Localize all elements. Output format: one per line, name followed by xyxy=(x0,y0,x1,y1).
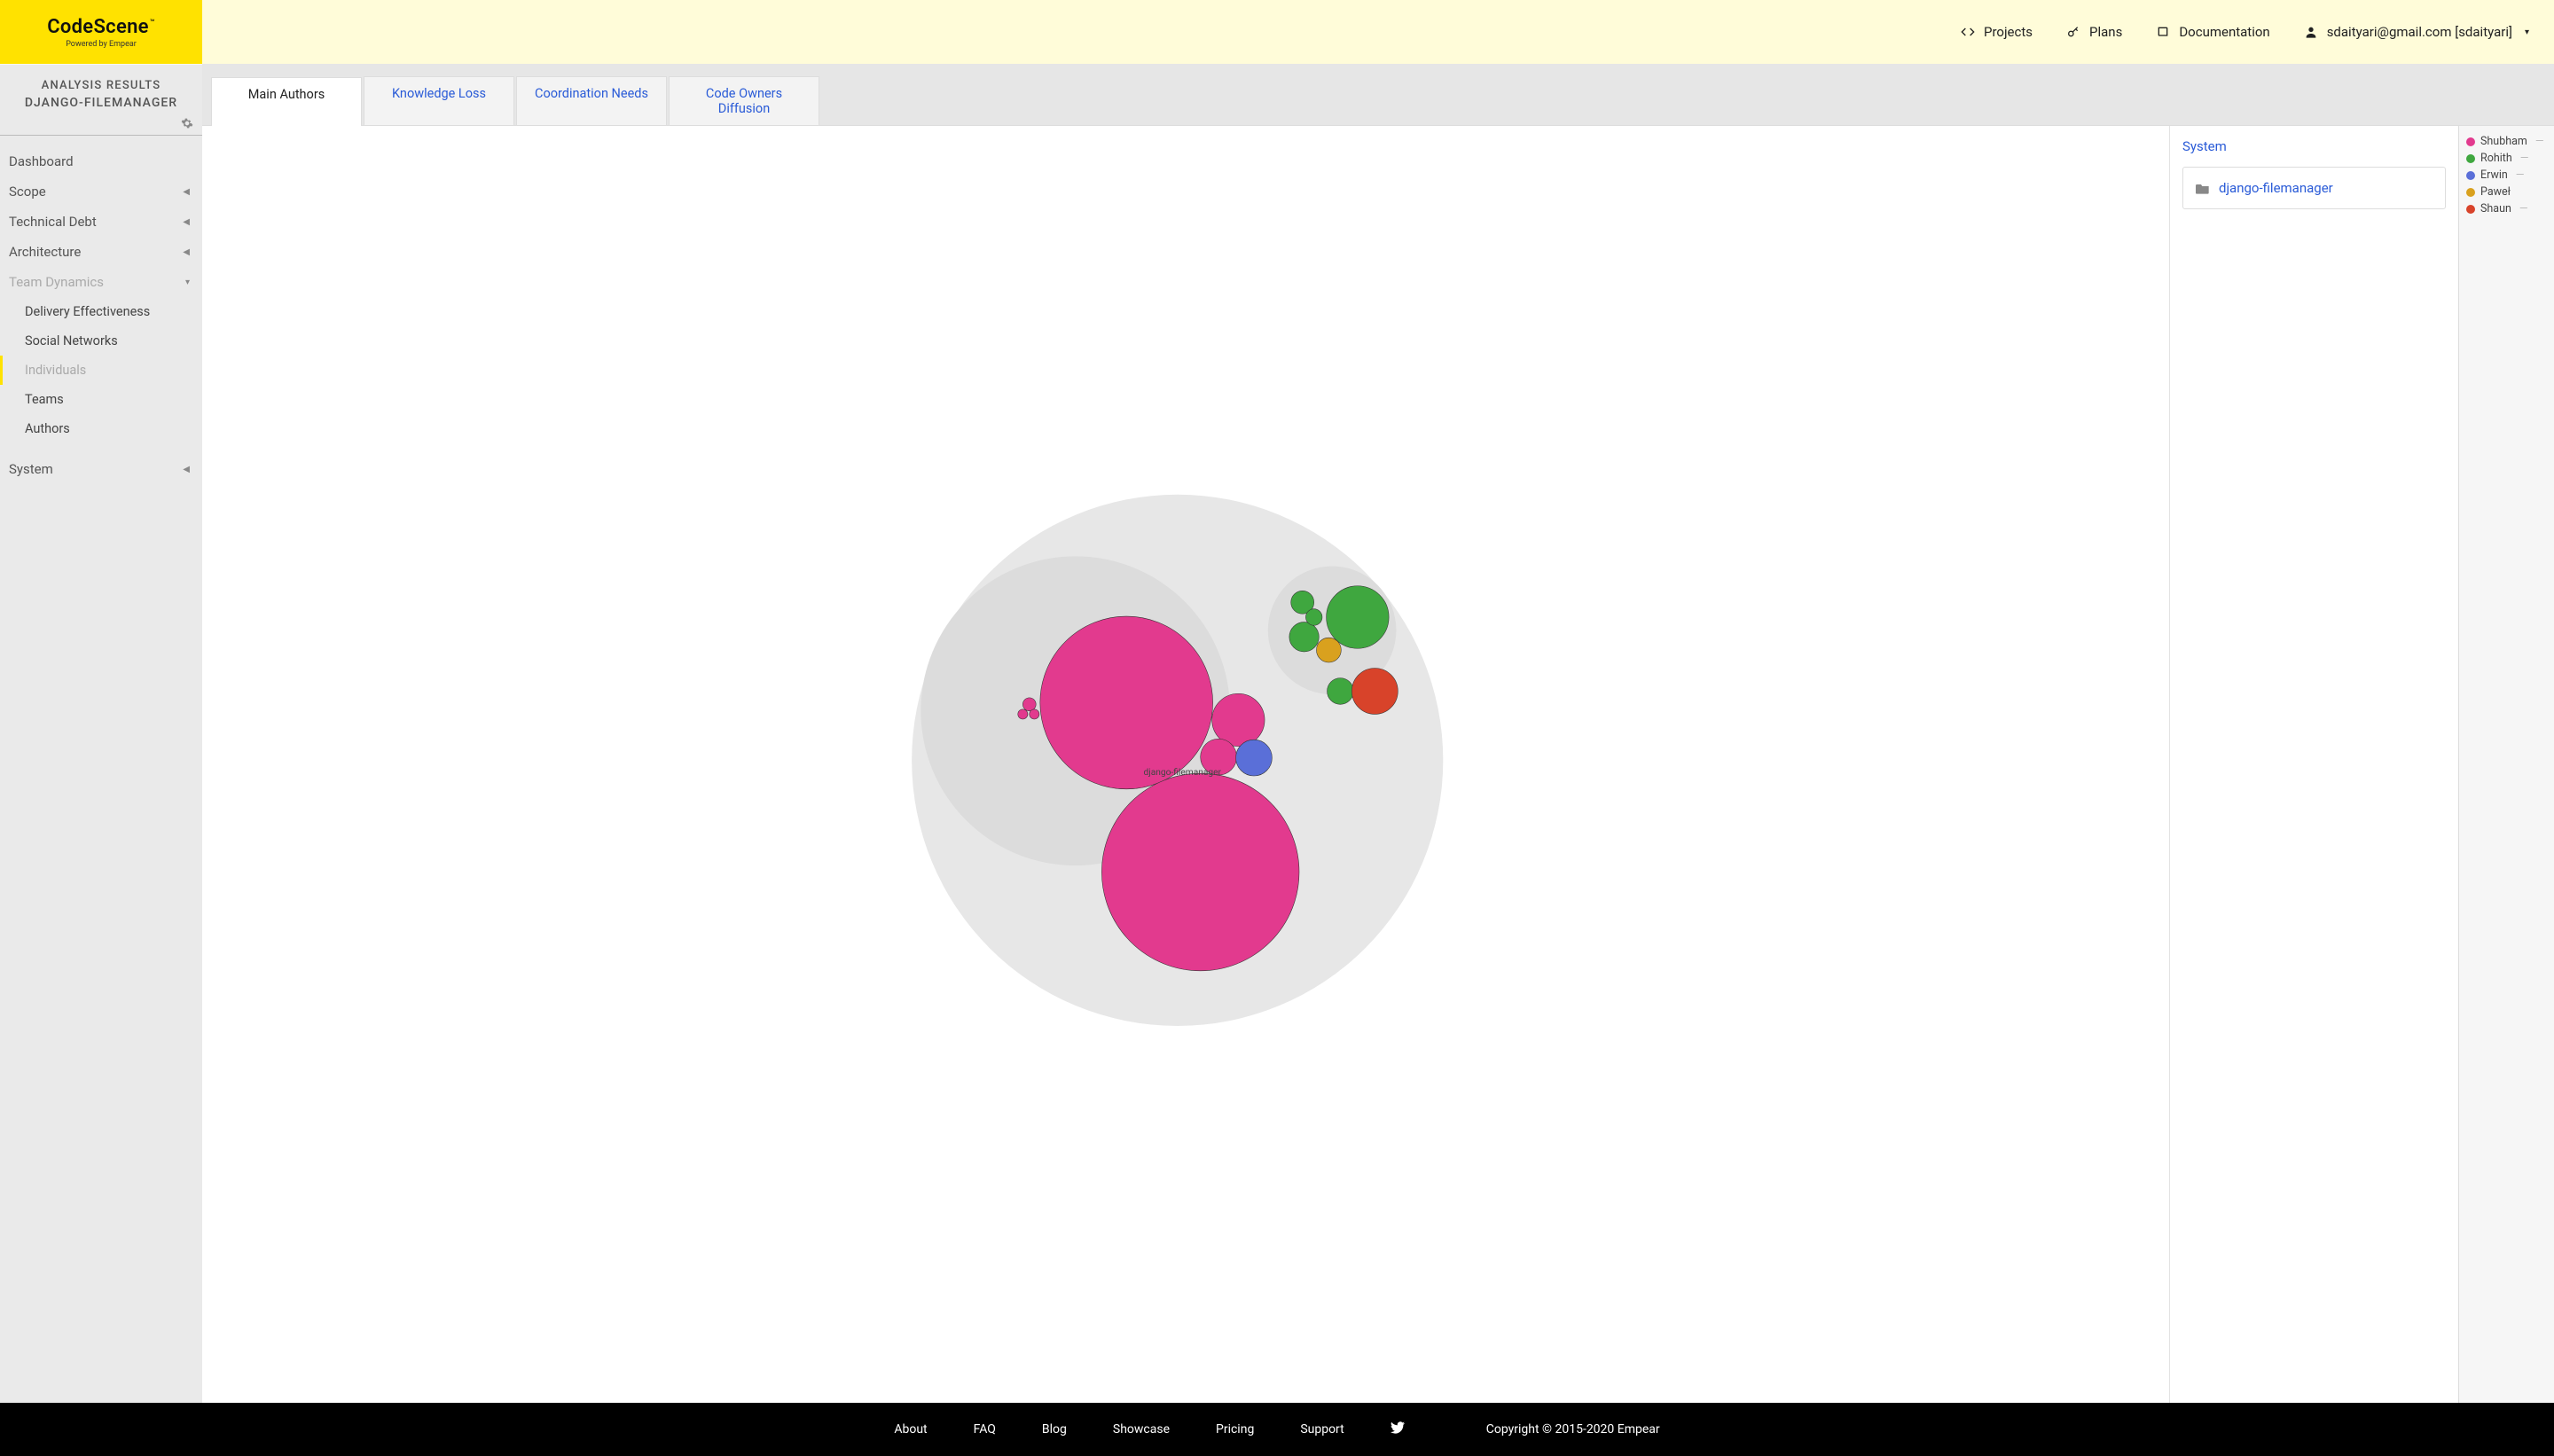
breadcrumb-system[interactable]: System xyxy=(2182,138,2446,154)
sidebar-menu-bottom: System◀ xyxy=(0,443,202,484)
legend-item[interactable]: Shaun — xyxy=(2466,200,2547,217)
user-icon xyxy=(2304,25,2318,39)
sidebar-item-team-dynamics[interactable]: Team Dynamics▾ xyxy=(0,267,202,297)
legend-name: Rohith xyxy=(2480,152,2512,165)
legend-swatch xyxy=(2466,137,2475,146)
nav-user[interactable]: sdaityari@gmail.com [sdaityari] ▾ xyxy=(2304,24,2529,40)
legend-swatch xyxy=(2466,205,2475,214)
footer-link-about[interactable]: About xyxy=(894,1422,927,1436)
folder-icon xyxy=(2196,182,2210,194)
sidebar-subitem-delivery[interactable]: Delivery Effectiveness xyxy=(0,297,202,326)
sidebar: ANALYSIS RESULTS DJANGO-FILEMANAGER Dash… xyxy=(0,64,202,1403)
legend-surname: — xyxy=(2520,152,2529,165)
svg-text:django-filemanager: django-filemanager xyxy=(1144,767,1222,778)
sidebar-item-scope[interactable]: Scope◀ xyxy=(0,176,202,207)
sidebar-header: ANALYSIS RESULTS DJANGO-FILEMANAGER xyxy=(0,65,202,115)
footer-link-twitter[interactable] xyxy=(1391,1421,1405,1437)
legend-item[interactable]: Erwin — xyxy=(2466,167,2547,184)
code-icon xyxy=(1961,25,1975,39)
folder-link[interactable]: django-filemanager xyxy=(2219,180,2333,196)
sidebar-item-dashboard[interactable]: Dashboard xyxy=(0,146,202,176)
sidebar-subitem-individuals[interactable]: Individuals xyxy=(0,356,202,385)
chevron-down-icon: ▾ xyxy=(185,278,190,287)
sidebar-heading: ANALYSIS RESULTS xyxy=(7,79,195,92)
legend-swatch xyxy=(2466,154,2475,163)
sidebar-subitem-authors[interactable]: Authors xyxy=(0,414,202,443)
legend-name: Erwin xyxy=(2480,168,2508,182)
legend-item[interactable]: Rohith — xyxy=(2466,150,2547,167)
legend-swatch xyxy=(2466,188,2475,197)
footer-copyright: Copyright © 2015-2020 Empear xyxy=(1486,1422,1660,1436)
sidebar-menu: Dashboard Scope◀ Technical Debt◀ Archite… xyxy=(0,136,202,297)
footer-link-blog[interactable]: Blog xyxy=(1042,1422,1067,1436)
sidebar-subitem-teams[interactable]: Teams xyxy=(0,385,202,414)
book-icon xyxy=(2156,25,2170,39)
sidebar-item-system[interactable]: System◀ xyxy=(0,454,202,484)
legend-name: Shubham xyxy=(2480,135,2527,148)
chevron-left-icon: ◀ xyxy=(183,217,190,227)
tab-knowledge-loss[interactable]: Knowledge Loss xyxy=(364,76,514,125)
sidebar-submenu-team-dynamics: Delivery Effectiveness Social Networks I… xyxy=(0,297,202,443)
footer-link-pricing[interactable]: Pricing xyxy=(1216,1422,1254,1436)
tab-panel: django-filemanager System django-fileman… xyxy=(202,125,2554,1403)
nav-projects[interactable]: Projects xyxy=(1961,24,2033,40)
logo-subtitle: Powered by Empear xyxy=(66,40,137,49)
folder-card[interactable]: django-filemanager xyxy=(2182,167,2446,209)
legend-surname: — xyxy=(2535,135,2544,148)
footer: About FAQ Blog Showcase Pricing Support … xyxy=(0,1403,2554,1456)
legend-item[interactable]: Shubham — xyxy=(2466,133,2547,150)
legend-surname: — xyxy=(2519,202,2528,215)
footer-link-showcase[interactable]: Showcase xyxy=(1113,1422,1170,1436)
header: CodeScene™ Powered by Empear Projects Pl… xyxy=(0,0,2554,64)
logo[interactable]: CodeScene™ Powered by Empear xyxy=(0,0,202,64)
author-legend: Shubham — Rohith — Erwin — Paweł Shaun — xyxy=(2458,126,2554,1403)
gear-icon[interactable] xyxy=(181,117,193,129)
sidebar-item-architecture[interactable]: Architecture◀ xyxy=(0,237,202,267)
circle-pack-chart[interactable]: django-filemanager xyxy=(849,481,1523,1048)
header-nav: Projects Plans Documentation sdaityari@g… xyxy=(202,0,2554,64)
caret-down-icon: ▾ xyxy=(2525,27,2529,37)
chevron-left-icon: ◀ xyxy=(183,465,190,474)
nav-plans[interactable]: Plans xyxy=(2066,24,2122,40)
right-panel: System django-filemanager xyxy=(2169,126,2458,1403)
sidebar-subitem-social[interactable]: Social Networks xyxy=(0,326,202,356)
twitter-icon xyxy=(1391,1421,1405,1434)
tabs: Main Authors Knowledge Loss Coordination… xyxy=(202,64,2554,125)
logo-text: CodeScene™ xyxy=(47,16,155,38)
legend-swatch xyxy=(2466,171,2475,180)
tab-main-authors[interactable]: Main Authors xyxy=(211,77,362,126)
key-icon xyxy=(2066,25,2080,39)
chevron-left-icon: ◀ xyxy=(183,247,190,257)
legend-item[interactable]: Paweł xyxy=(2466,184,2547,200)
tab-coordination-needs[interactable]: Coordination Needs xyxy=(516,76,667,125)
legend-surname: — xyxy=(2516,168,2525,182)
footer-link-support[interactable]: Support xyxy=(1300,1422,1344,1436)
sidebar-project: DJANGO-FILEMANAGER xyxy=(7,96,195,110)
nav-documentation[interactable]: Documentation xyxy=(2156,24,2269,40)
chevron-left-icon: ◀ xyxy=(183,187,190,197)
legend-name: Paweł xyxy=(2480,185,2511,199)
sidebar-item-technical-debt[interactable]: Technical Debt◀ xyxy=(0,207,202,237)
main: Main Authors Knowledge Loss Coordination… xyxy=(202,64,2554,1403)
chart-zone: django-filemanager xyxy=(202,126,2169,1403)
tab-code-owners-diffusion[interactable]: Code Owners Diffusion xyxy=(669,76,819,125)
legend-name: Shaun xyxy=(2480,202,2511,215)
footer-link-faq[interactable]: FAQ xyxy=(974,1422,996,1436)
